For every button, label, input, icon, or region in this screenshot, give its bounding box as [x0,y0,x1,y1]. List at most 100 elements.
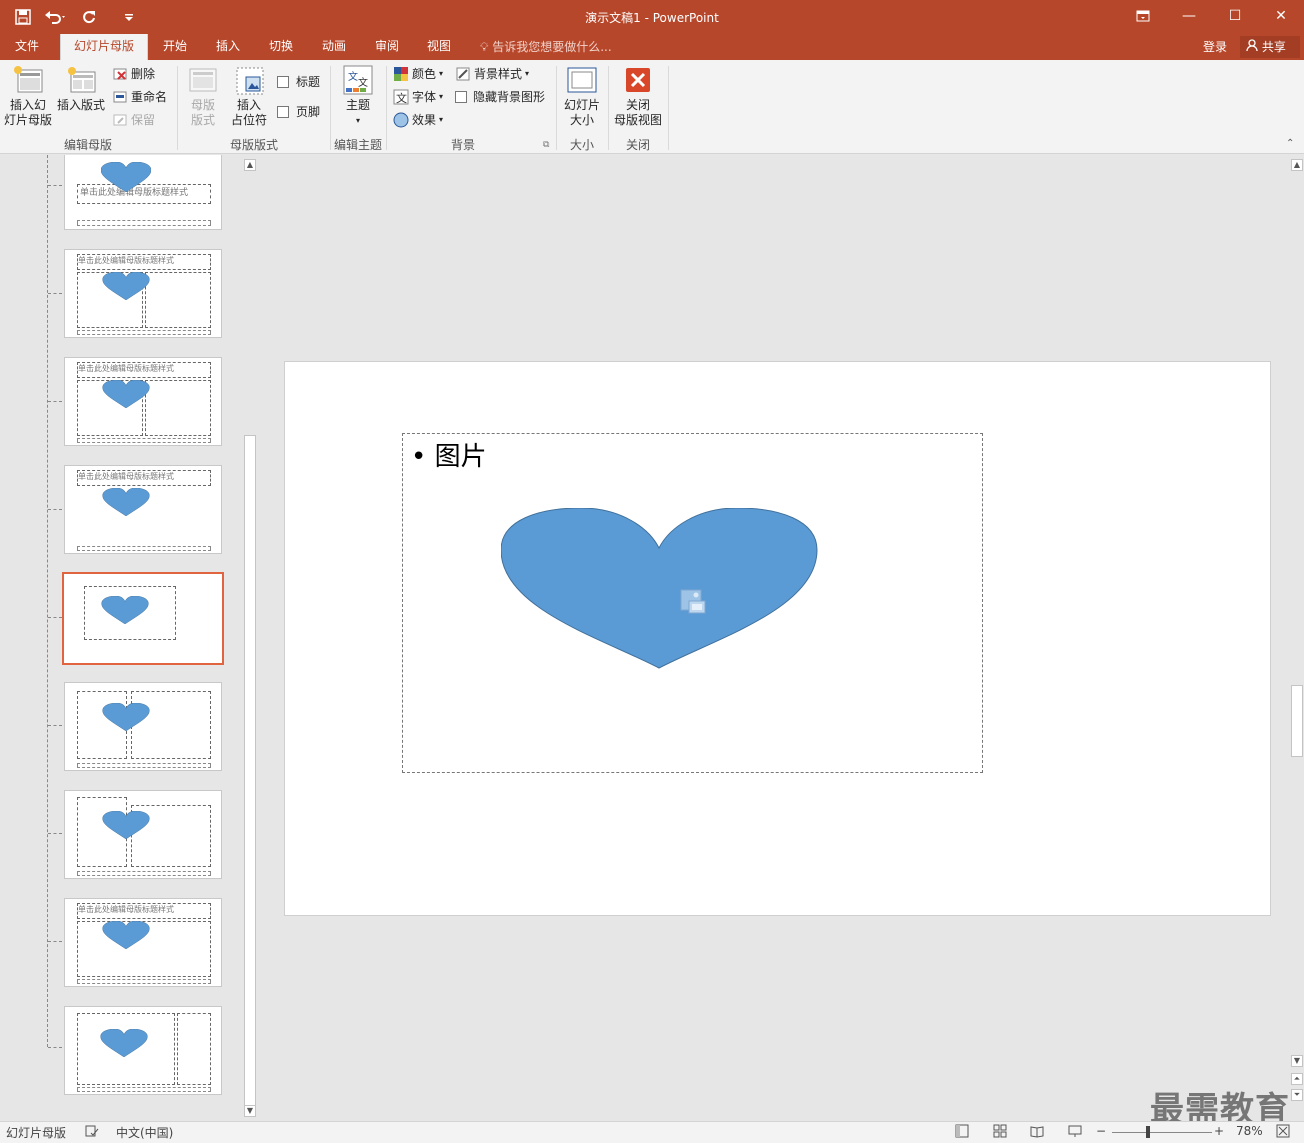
zoom-in-icon[interactable]: + [1214,1124,1224,1138]
background-styles-button[interactable]: 背景样式 ▾ [455,64,529,84]
close-master-view-button[interactable]: 关闭 母版视图 [612,64,664,128]
footer-checkbox-box[interactable] [277,106,289,118]
layout-thumbnail[interactable] [64,790,222,879]
themes-dropdown-icon: ▾ [355,116,360,125]
view-mode-label: 幻灯片母版 [6,1126,67,1140]
fit-to-window-icon[interactable] [1276,1124,1290,1141]
title-checkbox-box[interactable] [277,76,289,88]
scroll-down-icon[interactable]: ▼ [244,1105,256,1117]
heart-shape[interactable] [501,508,819,670]
dialog-launcher-icon[interactable]: ⧉ [543,140,549,150]
layout-thumbnail[interactable] [64,1006,222,1095]
slideshow-icon[interactable] [1068,1124,1082,1141]
bullet-glyph: • [411,442,427,472]
title-bar: 演示文稿1 - PowerPoint — ☐ ✕ [0,0,1304,34]
pin-icon [112,112,128,128]
scroll-up-icon[interactable]: ▲ [244,159,256,171]
spell-check-icon[interactable] [85,1124,99,1141]
insert-layout-button[interactable]: 插入版式 [55,64,107,113]
delete-button[interactable]: 删除 [112,64,155,84]
rename-icon [112,89,128,105]
person-icon [1246,39,1262,54]
language-label[interactable]: 中文(中国) [116,1124,173,1141]
previous-slide-icon[interactable]: ⏶ [1291,1073,1303,1085]
fonts-icon: 文 [393,89,409,105]
thumbnail-scrollbar[interactable]: ▲ ▼ [242,155,258,1121]
tab-insert[interactable]: 插入 [205,34,251,60]
layout-thumbnail-selected[interactable] [62,572,224,665]
placeholder-text[interactable]: 图片 [435,442,487,472]
tell-me-search[interactable]: 💡︎ 告诉我您想要做什么... [480,38,612,55]
layout-thumbnail[interactable]: 单击此处编辑母版标题样式 [64,898,222,987]
tab-view[interactable]: 视图 [416,34,462,60]
effects-button[interactable]: 效果 ▾ [393,110,443,130]
master-layout-button[interactable]: 母版 版式 [182,64,224,128]
minimize-button[interactable]: — [1166,0,1212,32]
insert-master-icon [12,64,44,96]
group-label-close: 关闭 [625,138,650,152]
group-label-edit-theme: 编辑主题 [333,138,382,152]
layout-thumbnail[interactable] [64,682,222,771]
slide-size-button[interactable]: 幻灯片 大小 [560,64,604,128]
tab-review[interactable]: 审阅 [364,34,410,60]
insert-picture-icon[interactable] [679,588,709,621]
normal-view-icon[interactable] [955,1124,969,1141]
layout-thumbnail[interactable]: 单击此处编辑母版标题样式 [64,155,222,230]
login-link[interactable]: 登录 [1203,38,1227,55]
heart-shape [102,703,150,731]
lightbulb-icon: 💡︎ [480,40,489,54]
hide-background-checkbox[interactable]: 隐藏背景图形 [455,87,545,107]
colors-button[interactable]: 颜色 ▾ [393,64,443,84]
maximize-button[interactable]: ☐ [1212,0,1258,32]
ribbon-display-icon[interactable] [1120,0,1166,32]
fonts-button[interactable]: 文 字体 ▾ [393,87,443,107]
tab-transitions[interactable]: 切换 [258,34,304,60]
heart-shape [102,272,150,300]
scroll-thumb[interactable] [1291,685,1303,757]
slide-canvas[interactable]: • 图片 [284,361,1271,916]
scroll-up-icon[interactable]: ▲ [1291,159,1303,171]
scroll-down-icon[interactable]: ▼ [1291,1055,1303,1067]
zoom-level[interactable]: 78% [1236,1124,1263,1138]
zoom-slider[interactable] [1112,1132,1212,1133]
layout-thumbnail[interactable]: 单击此处编辑母版标题样式 [64,249,222,338]
insert-placeholder-button[interactable]: 插入 占位符 [226,64,272,128]
heart-shape [102,488,150,516]
preserve-button[interactable]: 保留 [112,110,155,130]
thumbnail-panel: 单击此处编辑母版标题样式 单击此处编辑母版标题样式 单击此处编辑母版标题样式 单… [0,155,258,1121]
close-window-button[interactable]: ✕ [1258,0,1304,32]
picture-placeholder[interactable]: • 图片 [402,433,983,773]
reading-view-icon[interactable] [1030,1124,1044,1141]
hide-background-checkbox-box[interactable] [455,91,467,103]
ribbon: 插入幻 灯片母版 插入版式 删除 重命名 保留 编辑母版 母版 版式 插入 占位… [0,60,1304,154]
zoom-out-icon[interactable]: − [1096,1124,1106,1138]
slide-size-icon [566,64,598,96]
share-button[interactable]: 共享 [1240,36,1300,58]
tab-file[interactable]: 文件 [4,34,50,60]
tab-slide-master[interactable]: 幻灯片母版 [60,34,148,60]
layout-thumbnail[interactable]: 单击此处编辑母版标题样式 [64,465,222,554]
collapse-ribbon-icon[interactable]: ⌃ [1286,138,1294,149]
zoom-slider-knob[interactable] [1146,1126,1150,1138]
window-title: 演示文稿1 - PowerPoint [585,11,719,25]
footer-checkbox[interactable]: 页脚 [277,102,320,122]
scroll-thumb[interactable] [244,435,256,1111]
title-checkbox[interactable]: 标题 [277,72,320,92]
heart-shape [102,811,150,839]
status-bar: 幻灯片母版 中文(中国) − + 78% [0,1121,1304,1143]
heart-shape [102,380,150,408]
insert-slide-master-button[interactable]: 插入幻 灯片母版 [2,64,54,128]
heart-shape [101,596,149,624]
tab-home[interactable]: 开始 [152,34,198,60]
insert-placeholder-icon [233,64,265,96]
slide-scrollbar[interactable]: ▲ ▼ ⏶ ⏷ [1290,155,1304,1121]
colors-icon [393,66,409,82]
heart-shape [100,1029,148,1057]
themes-button[interactable]: 文文 主题 ▾ [336,64,380,128]
next-slide-icon[interactable]: ⏷ [1291,1089,1303,1101]
svg-text:文: 文 [348,70,358,83]
layout-thumbnail[interactable]: 单击此处编辑母版标题样式 [64,357,222,446]
rename-button[interactable]: 重命名 [112,87,167,107]
tab-animations[interactable]: 动画 [311,34,357,60]
slide-sorter-icon[interactable] [993,1124,1007,1141]
